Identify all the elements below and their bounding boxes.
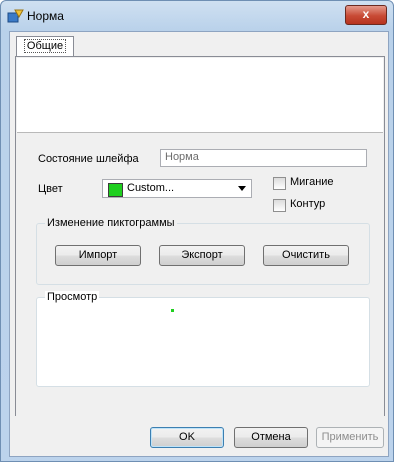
app-icon <box>7 9 24 23</box>
title-bar[interactable]: Норма x <box>1 1 393 31</box>
color-select-value: Custom... <box>127 182 175 194</box>
preview-dot <box>171 309 174 312</box>
window-title: Норма <box>27 9 64 23</box>
color-select[interactable]: Custom... <box>102 179 252 198</box>
blink-label: Мигание <box>290 176 334 188</box>
icon-change-title: Изменение пиктограммы <box>45 217 177 229</box>
outline-label: Контур <box>290 198 326 210</box>
import-button[interactable]: Импорт <box>55 245 141 266</box>
top-blank-area <box>17 58 383 133</box>
tab-page-general: Состояние шлейфа Норма Цвет Custom... Ми… <box>15 56 385 444</box>
chevron-down-icon <box>238 186 246 191</box>
state-input[interactable]: Норма <box>160 149 367 167</box>
tab-general-label: Общие <box>23 39 67 53</box>
icon-change-group: Изменение пиктограммы Импорт Экспорт Очи… <box>36 217 370 285</box>
clear-button[interactable]: Очистить <box>263 245 349 266</box>
dialog-window: Норма x Общие Состояние шлейфа Норма Цве… <box>0 0 394 462</box>
blink-checkbox[interactable] <box>273 177 286 190</box>
ok-button[interactable]: OK <box>150 427 224 448</box>
preview-box: Просмотр <box>36 291 370 387</box>
color-label: Цвет <box>38 183 63 195</box>
color-swatch <box>108 183 123 197</box>
apply-button[interactable]: Применить <box>316 427 384 448</box>
cancel-button[interactable]: Отмена <box>234 427 308 448</box>
preview-title: Просмотр <box>45 291 100 303</box>
close-button[interactable]: x <box>345 5 387 25</box>
dialog-client: Общие Состояние шлейфа Норма Цвет Custom… <box>9 31 389 457</box>
export-button[interactable]: Экспорт <box>159 245 245 266</box>
button-bar: OK Отмена Применить <box>10 416 388 456</box>
tab-general[interactable]: Общие <box>16 36 74 57</box>
outline-checkbox[interactable] <box>273 199 286 212</box>
state-label: Состояние шлейфа <box>38 153 139 165</box>
